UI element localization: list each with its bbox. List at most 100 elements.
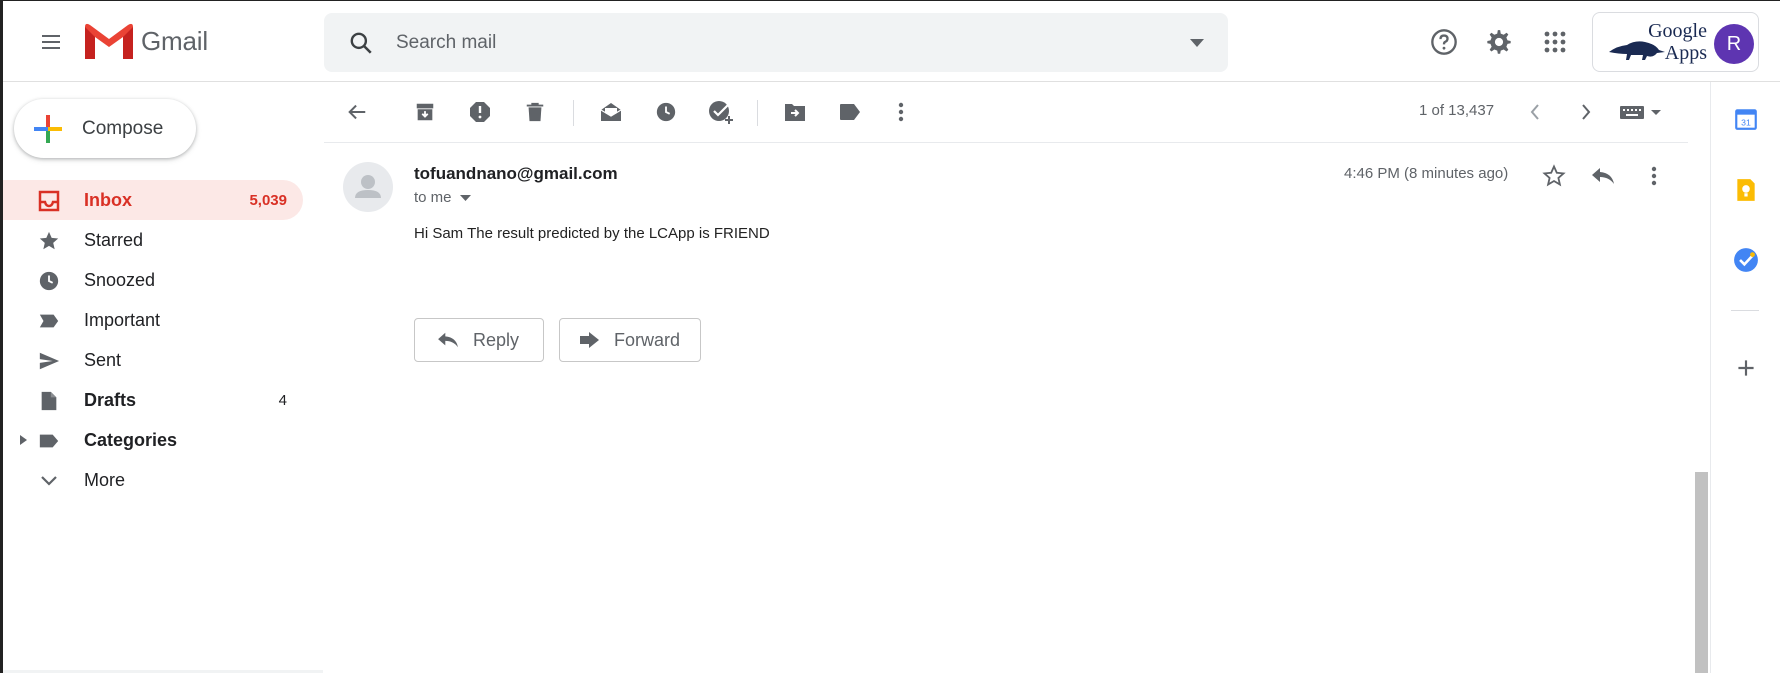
back-button[interactable]: [344, 99, 370, 125]
sidebar-item-label: Categories: [84, 429, 178, 450]
chevron-right-icon: [1582, 104, 1591, 120]
sidebar-item-label: Important: [84, 309, 161, 330]
compose-plus-icon: [34, 114, 62, 143]
drafts-count: 4: [278, 391, 287, 409]
side-panel-divider: [1731, 310, 1759, 311]
settings-button[interactable]: [1482, 25, 1516, 59]
inbox-icon: [37, 189, 61, 213]
more-vertical-icon: [1651, 166, 1657, 186]
star-outline-icon: [1542, 164, 1566, 187]
gmail-m-icon: [85, 23, 133, 59]
reply-icon-button[interactable]: [1589, 162, 1617, 190]
newer-button[interactable]: [1522, 99, 1548, 125]
move-to-button[interactable]: [782, 99, 808, 125]
help-icon: [1431, 29, 1457, 55]
reply-icon: [1592, 168, 1614, 184]
compose-button[interactable]: Compose: [14, 99, 196, 158]
app-name: Gmail: [141, 25, 208, 56]
account-avatar[interactable]: R: [1714, 24, 1754, 64]
keep-icon[interactable]: [1733, 177, 1759, 203]
older-button[interactable]: [1573, 99, 1599, 125]
sidebar-item-important[interactable]: Important: [3, 300, 303, 340]
more-vertical-icon: [898, 102, 904, 122]
sidebar-item-sent[interactable]: Sent: [3, 340, 303, 380]
search-options-icon[interactable]: [1190, 39, 1204, 47]
chevron-left-icon: [1530, 104, 1539, 120]
tasks-icon[interactable]: [1733, 247, 1759, 273]
add-to-tasks-button[interactable]: [708, 99, 734, 125]
recipient-details[interactable]: to me: [414, 189, 471, 206]
message-timestamp: 4:46 PM (8 minutes ago): [1344, 165, 1509, 182]
clock-icon: [656, 102, 676, 122]
sender-avatar[interactable]: [343, 162, 393, 212]
sidebar-item-label: Sent: [84, 349, 122, 370]
reply-button[interactable]: Reply: [414, 318, 544, 362]
sender-email[interactable]: tofuandnano@gmail.com: [414, 164, 618, 184]
sidebar-item-more[interactable]: More: [3, 460, 303, 500]
expand-arrow-icon[interactable]: [20, 435, 27, 445]
delete-button[interactable]: [522, 99, 548, 125]
main-menu-button[interactable]: [33, 24, 69, 60]
snooze-button[interactable]: [653, 99, 679, 125]
send-icon: [37, 349, 61, 373]
mark-unread-icon: [600, 103, 622, 121]
add-addon-icon[interactable]: [1733, 355, 1759, 381]
caret-down-icon[interactable]: [459, 194, 471, 201]
arrow-back-icon: [348, 104, 366, 120]
star-icon: [37, 229, 61, 253]
report-spam-button[interactable]: [467, 99, 493, 125]
sidebar-item-label: Snoozed: [84, 269, 156, 290]
sidebar-item-snoozed[interactable]: Snoozed: [3, 260, 303, 300]
apps-grid-icon: [1544, 31, 1566, 53]
compose-label: Compose: [82, 117, 164, 139]
keyboard-icon: [1620, 106, 1661, 119]
reply-label: Reply: [473, 329, 520, 350]
move-to-folder-icon: [785, 104, 805, 121]
sidebar-item-drafts[interactable]: Drafts 4: [3, 380, 303, 420]
sidebar-item-label: Starred: [84, 229, 144, 250]
input-tools-button[interactable]: [1620, 99, 1664, 125]
more-actions-button[interactable]: [888, 99, 914, 125]
sidebar-item-label: Drafts: [84, 389, 137, 410]
top-header: Gmail Search mail Google Apps R: [3, 1, 1780, 82]
search-bar[interactable]: Search mail: [324, 13, 1228, 72]
support-button[interactable]: [1427, 25, 1461, 59]
sidebar-item-categories[interactable]: Categories: [3, 420, 303, 460]
default-person-icon: [355, 175, 381, 198]
search-icon[interactable]: [348, 30, 374, 56]
google-apps-button[interactable]: [1538, 25, 1572, 59]
important-icon: [37, 309, 61, 333]
unread-count: 5,039: [249, 191, 287, 209]
gmail-logo[interactable]: Gmail: [85, 23, 208, 59]
trash-icon: [526, 102, 544, 122]
forward-icon: [580, 332, 599, 348]
message-toolbar: 1 of 13,437: [324, 82, 1688, 143]
labels-button[interactable]: [837, 99, 863, 125]
sidebar-item-starred[interactable]: Starred: [3, 220, 303, 260]
message-body: Hi Sam The result predicted by the LCApp…: [414, 225, 770, 242]
side-panel: 31: [1710, 82, 1780, 673]
forward-label: Forward: [614, 329, 681, 350]
star-message-button[interactable]: [1540, 162, 1568, 190]
sidebar-item-label: More: [84, 469, 126, 490]
pagination-text: 1 of 13,437: [1419, 102, 1495, 119]
reply-icon: [438, 332, 458, 348]
search-input[interactable]: Search mail: [396, 32, 496, 54]
sidebar-item-inbox[interactable]: Inbox 5,039: [3, 180, 303, 220]
toolbar-divider: [757, 100, 758, 126]
chevron-down-icon: [37, 469, 61, 493]
mark-unread-button[interactable]: [598, 99, 624, 125]
main-scrollbar[interactable]: [1695, 472, 1708, 673]
toolbar-divider: [573, 100, 574, 126]
hamburger-menu-icon: [42, 35, 60, 49]
archive-button[interactable]: [412, 99, 438, 125]
forward-button[interactable]: Forward: [559, 318, 701, 362]
account-switcher[interactable]: Google Apps R: [1592, 12, 1759, 72]
add-task-icon: [709, 101, 733, 124]
message-more-button[interactable]: [1640, 162, 1668, 190]
sidebar-nav: Inbox 5,039 Starred Snoozed Important Se…: [3, 180, 303, 500]
calendar-icon[interactable]: 31: [1733, 106, 1759, 132]
clock-icon: [37, 269, 61, 293]
svg-text:31: 31: [1741, 118, 1751, 128]
label-icon: [37, 429, 61, 453]
